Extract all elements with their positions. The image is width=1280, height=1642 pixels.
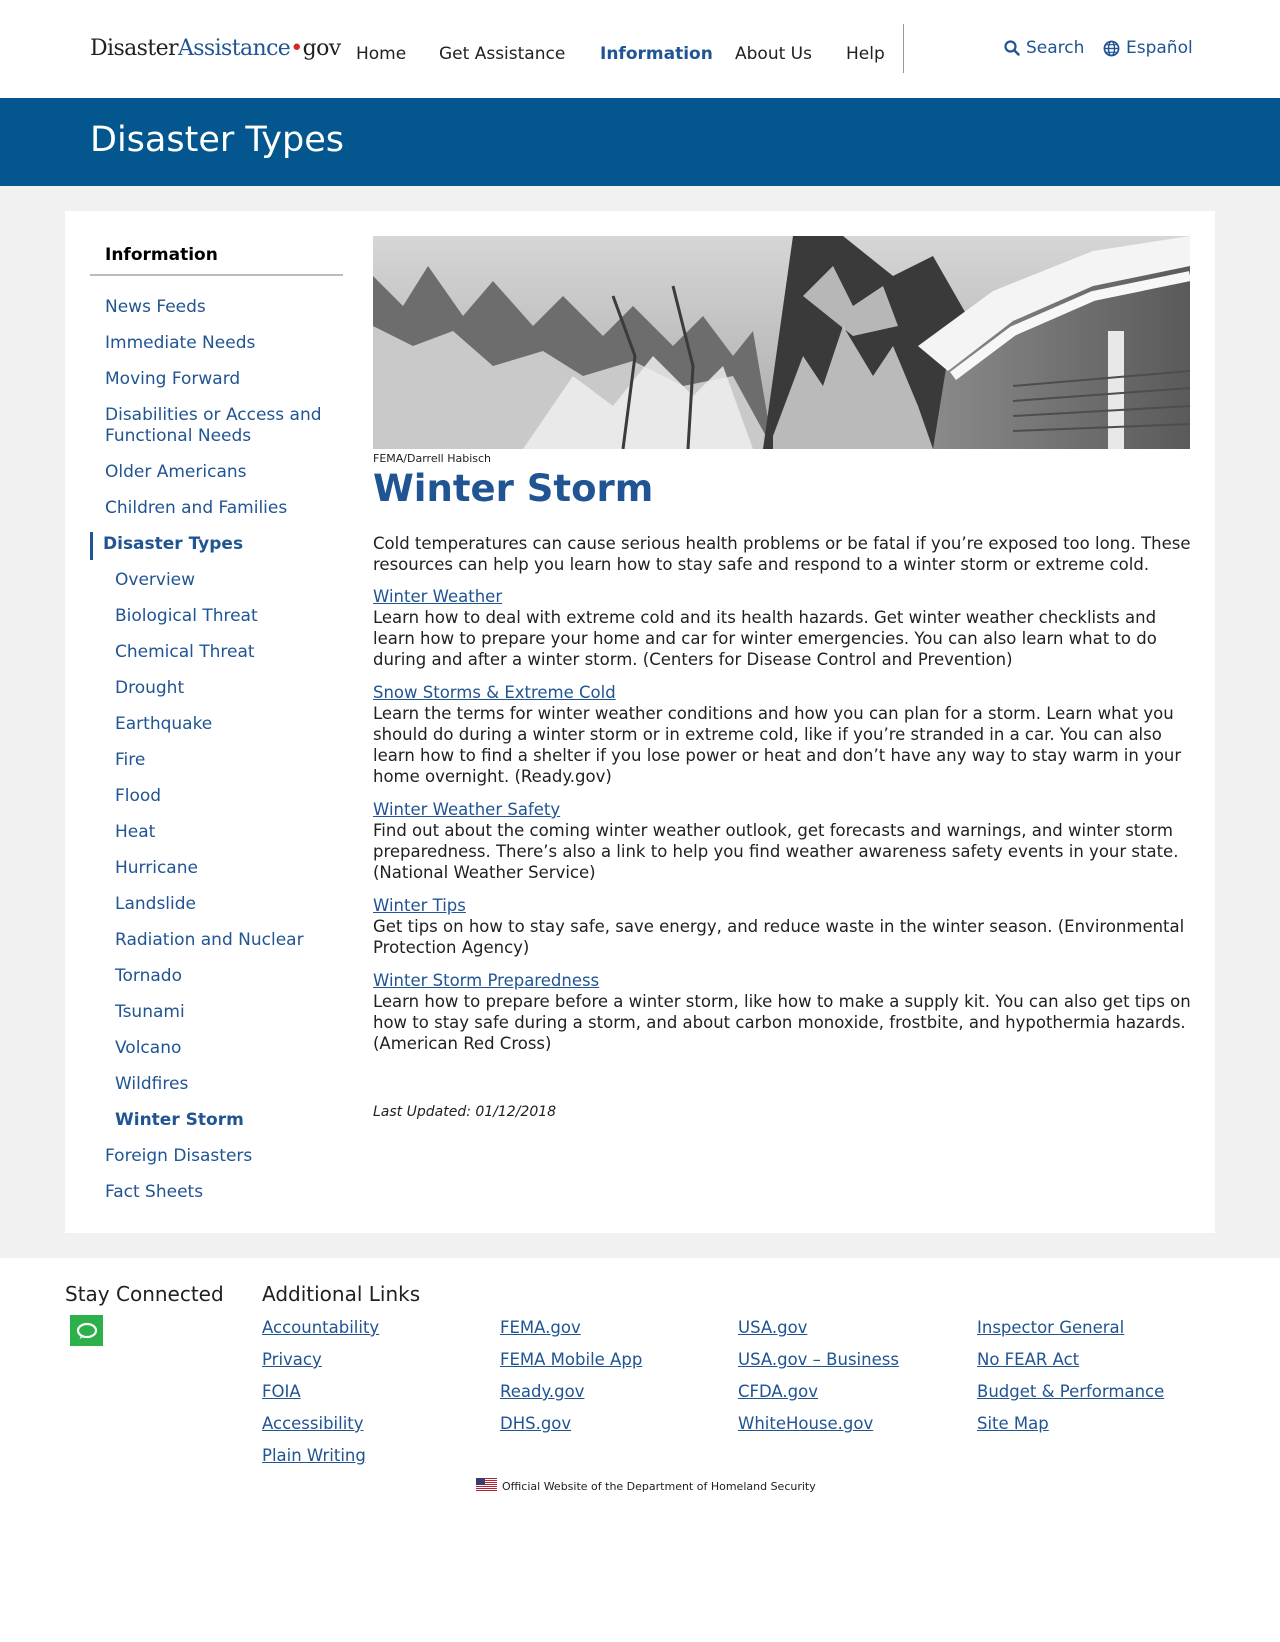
globe-icon <box>1103 40 1120 57</box>
search-button[interactable]: Search <box>1004 38 1084 58</box>
language-toggle[interactable]: Español <box>1103 38 1193 58</box>
nav-get-assistance[interactable]: Get Assistance <box>439 44 565 64</box>
resource-desc-winter-storm-preparedness: Learn how to prepare before a winter sto… <box>373 992 1191 1053</box>
resource-desc-winter-tips: Get tips on how to stay safe, save energ… <box>373 917 1185 957</box>
resource-link-winter-storm-preparedness[interactable]: Winter Storm Preparedness <box>373 971 599 990</box>
sidebar-subitem-wildfires[interactable]: Wildfires <box>115 1074 188 1095</box>
footer-link-usa-gov-business[interactable]: USA.gov – Business <box>738 1350 899 1369</box>
last-updated: Last Updated: 01/12/2018 <box>373 1104 557 1120</box>
footer-link-privacy[interactable]: Privacy <box>262 1350 322 1369</box>
page-banner: Disaster Types <box>0 98 1280 186</box>
sidebar-item-disabilities[interactable]: Disabilities or Access and Functional Ne… <box>105 405 335 447</box>
footer-link-plain-writing[interactable]: Plain Writing <box>262 1446 366 1465</box>
footer-link-fema-mobile-app[interactable]: FEMA Mobile App <box>500 1350 642 1369</box>
sidebar-subitem-tsunami[interactable]: Tsunami <box>115 1002 185 1023</box>
sidebar-subitem-chemical-threat[interactable]: Chemical Threat <box>115 642 255 663</box>
resource-desc-snow-storms: Learn the terms for winter weather condi… <box>373 704 1182 786</box>
official-website-text: Official Website of the Department of Ho… <box>502 1479 816 1493</box>
sidebar-subitem-hurricane[interactable]: Hurricane <box>115 858 198 879</box>
language-label: Español <box>1126 38 1193 58</box>
resource-desc-winter-weather-safety: Find out about the coming winter weather… <box>373 821 1179 882</box>
search-icon <box>1004 40 1020 56</box>
sidebar-subitem-flood[interactable]: Flood <box>115 786 161 807</box>
resource-link-snow-storms[interactable]: Snow Storms & Extreme Cold <box>373 683 616 702</box>
sidebar-subitem-volcano[interactable]: Volcano <box>115 1038 181 1059</box>
footer-link-foia[interactable]: FOIA <box>262 1382 301 1401</box>
logo-dot: • <box>290 36 303 61</box>
resource-desc-winter-weather: Learn how to deal with extreme cold and … <box>373 608 1157 669</box>
nav-about-us[interactable]: About Us <box>735 44 812 64</box>
resource-link-winter-tips[interactable]: Winter Tips <box>373 896 466 915</box>
resource-link-winter-weather-safety[interactable]: Winter Weather Safety <box>373 800 560 819</box>
search-label: Search <box>1026 38 1085 58</box>
sidebar-item-moving-forward[interactable]: Moving Forward <box>105 369 240 390</box>
footer-link-no-fear-act[interactable]: No FEAR Act <box>977 1350 1079 1369</box>
image-credit: FEMA/Darrell Habisch <box>373 452 491 465</box>
sidebar-subitem-tornado[interactable]: Tornado <box>115 966 182 987</box>
official-website-notice: Official Website of the Department of Ho… <box>476 1478 816 1494</box>
footer-link-budget-performance[interactable]: Budget & Performance <box>977 1382 1164 1401</box>
chat-icon[interactable] <box>70 1315 103 1346</box>
us-flag-icon <box>476 1478 497 1494</box>
footer-link-cfda-gov[interactable]: CFDA.gov <box>738 1382 818 1401</box>
footer-link-site-map[interactable]: Site Map <box>977 1414 1049 1433</box>
sidebar-subitem-radiation-nuclear[interactable]: Radiation and Nuclear <box>115 930 304 951</box>
footer-link-ready-gov[interactable]: Ready.gov <box>500 1382 584 1401</box>
sidebar-item-immediate-needs[interactable]: Immediate Needs <box>105 333 255 354</box>
footer-link-usa-gov[interactable]: USA.gov <box>738 1318 807 1337</box>
nav-help[interactable]: Help <box>846 44 885 64</box>
sidebar-subitem-overview[interactable]: Overview <box>115 570 195 591</box>
sidebar-item-foreign-disasters[interactable]: Foreign Disasters <box>105 1146 252 1167</box>
footer-link-dhs-gov[interactable]: DHS.gov <box>500 1414 571 1433</box>
footer-link-inspector-general[interactable]: Inspector General <box>977 1318 1124 1337</box>
hero-image-winter-storm <box>373 236 1190 449</box>
nav-home[interactable]: Home <box>356 44 406 64</box>
site-logo[interactable]: DisasterAssistance•gov <box>90 36 341 61</box>
sidebar-title: Information <box>105 245 218 265</box>
page-title: Winter Storm <box>373 467 654 510</box>
sidebar-divider <box>90 274 343 276</box>
sidebar-subitem-earthquake[interactable]: Earthquake <box>115 714 212 735</box>
sidebar-subitem-drought[interactable]: Drought <box>115 678 184 699</box>
sidebar-item-disaster-types[interactable]: Disaster Types <box>103 534 243 555</box>
intro-paragraph: Cold temperatures can cause serious heal… <box>373 534 1191 574</box>
sidebar-subitem-landslide[interactable]: Landslide <box>115 894 196 915</box>
sidebar-item-older-americans[interactable]: Older Americans <box>105 462 247 483</box>
sidebar-subitem-winter-storm[interactable]: Winter Storm <box>115 1110 244 1131</box>
resource-link-winter-weather[interactable]: Winter Weather <box>373 587 502 606</box>
footer-link-fema-gov[interactable]: FEMA.gov <box>500 1318 581 1337</box>
sidebar-subitem-heat[interactable]: Heat <box>115 822 155 843</box>
footer-link-whitehouse-gov[interactable]: WhiteHouse.gov <box>738 1414 873 1433</box>
nav-divider <box>903 24 904 73</box>
sidebar-item-fact-sheets[interactable]: Fact Sheets <box>105 1182 203 1203</box>
nav-information[interactable]: Information <box>600 44 713 64</box>
banner-title: Disaster Types <box>90 120 344 160</box>
logo-text-assistance: Assistance <box>177 36 291 61</box>
additional-links-heading: Additional Links <box>262 1282 421 1306</box>
footer-link-accountability[interactable]: Accountability <box>262 1318 379 1337</box>
sidebar-active-marker <box>90 532 93 560</box>
sidebar-subitem-fire[interactable]: Fire <box>115 750 145 771</box>
sidebar-item-children-families[interactable]: Children and Families <box>105 498 287 519</box>
site-header: DisasterAssistance•gov Home Get Assistan… <box>0 0 1280 98</box>
sidebar-item-news-feeds[interactable]: News Feeds <box>105 297 206 318</box>
logo-text-gov: gov <box>302 36 342 61</box>
logo-text-disaster: Disaster <box>90 36 179 61</box>
stay-connected-heading: Stay Connected <box>65 1282 224 1306</box>
site-footer <box>0 1258 1280 1642</box>
footer-link-accessibility[interactable]: Accessibility <box>262 1414 364 1433</box>
sidebar-subitem-biological-threat[interactable]: Biological Threat <box>115 606 258 627</box>
